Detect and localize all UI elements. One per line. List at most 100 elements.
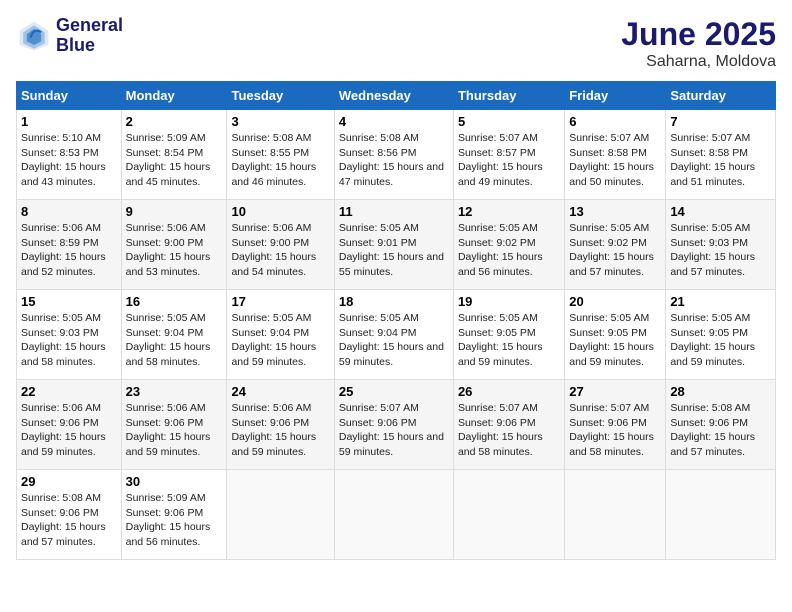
day-info: Sunrise: 5:08 AM Sunset: 9:06 PM Dayligh… [670,401,771,460]
column-header-sunday: Sunday [17,82,122,110]
day-info: Sunrise: 5:08 AM Sunset: 8:55 PM Dayligh… [231,131,329,190]
day-number: 21 [670,294,771,309]
day-number: 8 [21,204,117,219]
calendar-cell: 10 Sunrise: 5:06 AM Sunset: 9:00 PM Dayl… [227,200,334,290]
calendar-cell: 27 Sunrise: 5:07 AM Sunset: 9:06 PM Dayl… [565,380,666,470]
day-info: Sunrise: 5:07 AM Sunset: 9:06 PM Dayligh… [339,401,449,460]
day-number: 7 [670,114,771,129]
day-number: 3 [231,114,329,129]
day-number: 28 [670,384,771,399]
calendar-cell [227,470,334,560]
day-number: 1 [21,114,117,129]
column-header-saturday: Saturday [666,82,776,110]
calendar-cell: 9 Sunrise: 5:06 AM Sunset: 9:00 PM Dayli… [121,200,227,290]
day-number: 18 [339,294,449,309]
calendar-cell: 17 Sunrise: 5:05 AM Sunset: 9:04 PM Dayl… [227,290,334,380]
calendar-cell [565,470,666,560]
day-number: 5 [458,114,560,129]
day-number: 17 [231,294,329,309]
day-info: Sunrise: 5:05 AM Sunset: 9:02 PM Dayligh… [458,221,560,280]
day-number: 4 [339,114,449,129]
day-number: 27 [569,384,661,399]
calendar-cell [334,470,453,560]
day-number: 11 [339,204,449,219]
logo: General Blue [16,16,123,56]
day-number: 15 [21,294,117,309]
title-area: June 2025 Saharna, Moldova [621,16,776,71]
calendar-cell: 29 Sunrise: 5:08 AM Sunset: 9:06 PM Dayl… [17,470,122,560]
column-header-friday: Friday [565,82,666,110]
day-number: 29 [21,474,117,489]
day-number: 19 [458,294,560,309]
day-info: Sunrise: 5:05 AM Sunset: 9:05 PM Dayligh… [458,311,560,370]
header-row: SundayMondayTuesdayWednesdayThursdayFrid… [17,82,776,110]
day-number: 22 [21,384,117,399]
calendar-cell: 2 Sunrise: 5:09 AM Sunset: 8:54 PM Dayli… [121,110,227,200]
calendar-table: SundayMondayTuesdayWednesdayThursdayFrid… [16,81,776,560]
subtitle: Saharna, Moldova [621,53,776,71]
calendar-cell: 16 Sunrise: 5:05 AM Sunset: 9:04 PM Dayl… [121,290,227,380]
calendar-cell: 6 Sunrise: 5:07 AM Sunset: 8:58 PM Dayli… [565,110,666,200]
week-row-1: 1 Sunrise: 5:10 AM Sunset: 8:53 PM Dayli… [17,110,776,200]
day-info: Sunrise: 5:06 AM Sunset: 9:00 PM Dayligh… [231,221,329,280]
main-title: June 2025 [621,16,776,53]
calendar-cell: 19 Sunrise: 5:05 AM Sunset: 9:05 PM Dayl… [453,290,564,380]
calendar-cell: 7 Sunrise: 5:07 AM Sunset: 8:58 PM Dayli… [666,110,776,200]
day-info: Sunrise: 5:05 AM Sunset: 9:03 PM Dayligh… [670,221,771,280]
calendar-cell: 24 Sunrise: 5:06 AM Sunset: 9:06 PM Dayl… [227,380,334,470]
day-info: Sunrise: 5:07 AM Sunset: 8:58 PM Dayligh… [569,131,661,190]
calendar-cell: 26 Sunrise: 5:07 AM Sunset: 9:06 PM Dayl… [453,380,564,470]
calendar-cell: 25 Sunrise: 5:07 AM Sunset: 9:06 PM Dayl… [334,380,453,470]
calendar-cell: 5 Sunrise: 5:07 AM Sunset: 8:57 PM Dayli… [453,110,564,200]
week-row-2: 8 Sunrise: 5:06 AM Sunset: 8:59 PM Dayli… [17,200,776,290]
day-number: 23 [126,384,223,399]
day-info: Sunrise: 5:06 AM Sunset: 9:06 PM Dayligh… [231,401,329,460]
calendar-cell: 1 Sunrise: 5:10 AM Sunset: 8:53 PM Dayli… [17,110,122,200]
calendar-cell: 14 Sunrise: 5:05 AM Sunset: 9:03 PM Dayl… [666,200,776,290]
day-number: 14 [670,204,771,219]
day-info: Sunrise: 5:07 AM Sunset: 9:06 PM Dayligh… [569,401,661,460]
day-info: Sunrise: 5:08 AM Sunset: 8:56 PM Dayligh… [339,131,449,190]
calendar-cell: 12 Sunrise: 5:05 AM Sunset: 9:02 PM Dayl… [453,200,564,290]
day-info: Sunrise: 5:06 AM Sunset: 9:06 PM Dayligh… [21,401,117,460]
day-info: Sunrise: 5:05 AM Sunset: 9:04 PM Dayligh… [126,311,223,370]
header: General Blue June 2025 Saharna, Moldova [16,16,776,71]
day-info: Sunrise: 5:09 AM Sunset: 9:06 PM Dayligh… [126,491,223,550]
calendar-cell: 30 Sunrise: 5:09 AM Sunset: 9:06 PM Dayl… [121,470,227,560]
column-header-tuesday: Tuesday [227,82,334,110]
calendar-cell: 15 Sunrise: 5:05 AM Sunset: 9:03 PM Dayl… [17,290,122,380]
column-header-monday: Monday [121,82,227,110]
logo-icon [16,18,52,54]
calendar-cell: 11 Sunrise: 5:05 AM Sunset: 9:01 PM Dayl… [334,200,453,290]
logo-line1: General [56,16,123,36]
day-info: Sunrise: 5:07 AM Sunset: 9:06 PM Dayligh… [458,401,560,460]
day-number: 13 [569,204,661,219]
day-info: Sunrise: 5:05 AM Sunset: 9:02 PM Dayligh… [569,221,661,280]
day-info: Sunrise: 5:07 AM Sunset: 8:57 PM Dayligh… [458,131,560,190]
week-row-4: 22 Sunrise: 5:06 AM Sunset: 9:06 PM Dayl… [17,380,776,470]
day-info: Sunrise: 5:05 AM Sunset: 9:04 PM Dayligh… [339,311,449,370]
calendar-cell: 8 Sunrise: 5:06 AM Sunset: 8:59 PM Dayli… [17,200,122,290]
day-number: 6 [569,114,661,129]
day-info: Sunrise: 5:10 AM Sunset: 8:53 PM Dayligh… [21,131,117,190]
day-number: 12 [458,204,560,219]
week-row-3: 15 Sunrise: 5:05 AM Sunset: 9:03 PM Dayl… [17,290,776,380]
day-info: Sunrise: 5:05 AM Sunset: 9:05 PM Dayligh… [670,311,771,370]
day-number: 9 [126,204,223,219]
column-header-wednesday: Wednesday [334,82,453,110]
calendar-cell: 28 Sunrise: 5:08 AM Sunset: 9:06 PM Dayl… [666,380,776,470]
calendar-cell: 13 Sunrise: 5:05 AM Sunset: 9:02 PM Dayl… [565,200,666,290]
day-info: Sunrise: 5:08 AM Sunset: 9:06 PM Dayligh… [21,491,117,550]
day-info: Sunrise: 5:05 AM Sunset: 9:03 PM Dayligh… [21,311,117,370]
calendar-cell: 4 Sunrise: 5:08 AM Sunset: 8:56 PM Dayli… [334,110,453,200]
day-info: Sunrise: 5:06 AM Sunset: 8:59 PM Dayligh… [21,221,117,280]
day-number: 30 [126,474,223,489]
day-info: Sunrise: 5:06 AM Sunset: 9:00 PM Dayligh… [126,221,223,280]
calendar-cell: 3 Sunrise: 5:08 AM Sunset: 8:55 PM Dayli… [227,110,334,200]
calendar-cell: 20 Sunrise: 5:05 AM Sunset: 9:05 PM Dayl… [565,290,666,380]
day-info: Sunrise: 5:05 AM Sunset: 9:04 PM Dayligh… [231,311,329,370]
logo-line2: Blue [56,36,123,56]
day-number: 16 [126,294,223,309]
day-number: 20 [569,294,661,309]
column-header-thursday: Thursday [453,82,564,110]
